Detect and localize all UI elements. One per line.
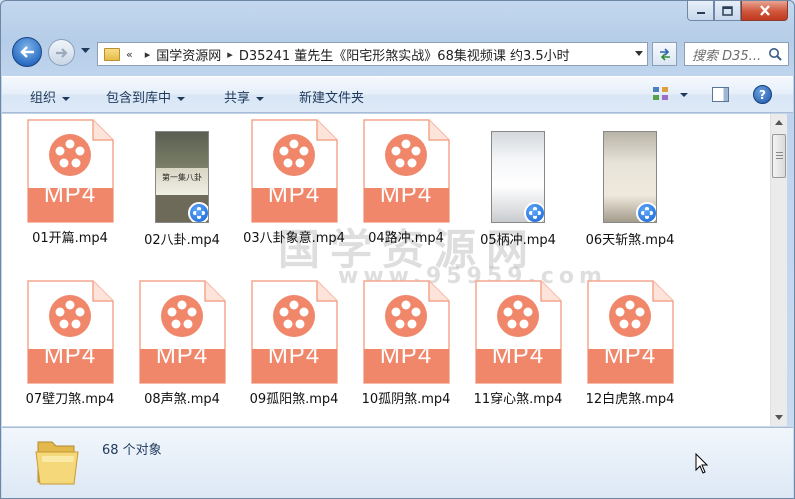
item-count: 68 个对象 <box>102 443 162 458</box>
chevron-right-icon[interactable]: ▸ <box>145 48 151 61</box>
forward-arrow-icon <box>55 47 68 58</box>
breadcrumb-segment[interactable]: 国学资源网 <box>156 45 221 64</box>
media-player-badge-icon <box>636 202 656 222</box>
breadcrumb-segment[interactable]: D35241 董先生《阳宅形煞实战》68集视频课 约3.5小时 <box>239 45 570 64</box>
chevron-right-icon[interactable]: ▸ <box>227 48 233 61</box>
mp4-icon-label: MP4 <box>379 342 433 369</box>
chevron-down-icon <box>775 415 783 420</box>
file-item[interactable]: MP4 09孤阳煞.mp4 <box>242 280 346 407</box>
search-icon[interactable] <box>768 47 782 61</box>
file-item[interactable]: MP4 04路冲.mp4 <box>354 119 458 246</box>
refresh-icon <box>659 48 670 61</box>
mp4-icon-label: MP4 <box>155 342 209 369</box>
mp4-icon: MP4 <box>361 280 451 384</box>
mp4-icon-label: MP4 <box>491 342 545 369</box>
file-item[interactable]: MP4 03八卦象意.mp4 <box>242 119 346 246</box>
close-icon <box>759 5 770 16</box>
caption-buttons <box>687 1 788 21</box>
thumbnail-caption: 第一集八卦 <box>162 173 202 182</box>
address-bar[interactable]: « ▸ 国学资源网 ▸ D35241 董先生《阳宅形煞实战》68集视频课 约3.… <box>97 42 648 66</box>
back-arrow-icon <box>20 46 34 58</box>
folder-icon <box>35 441 79 485</box>
scroll-down-button[interactable] <box>771 409 787 426</box>
file-name: 12白虎煞.mp4 <box>585 392 675 407</box>
share-label: 共享 <box>224 91 251 106</box>
media-player-badge-icon <box>524 202 544 222</box>
command-bar: 组织 包含到库中 共享 新建文件夹 ? <box>2 76 793 113</box>
file-name: 02八卦.mp4 <box>144 233 220 248</box>
file-name: 05柄冲.mp4 <box>480 233 556 248</box>
video-thumbnail <box>491 131 545 223</box>
back-button[interactable] <box>12 37 42 67</box>
search-placeholder: 搜索 D35... <box>692 48 762 64</box>
file-item[interactable]: MP4 10孤阴煞.mp4 <box>354 280 458 407</box>
organize-label: 组织 <box>30 91 57 106</box>
scroll-up-button[interactable] <box>771 114 787 131</box>
file-name: 07壁刀煞.mp4 <box>25 392 115 407</box>
chevron-up-icon <box>775 120 783 125</box>
include-library-label: 包含到库中 <box>106 91 172 106</box>
file-name: 10孤阴煞.mp4 <box>361 392 451 407</box>
organize-menu[interactable]: 组织 <box>30 87 71 106</box>
file-item[interactable]: 第一集八卦 02八卦.mp4 <box>130 119 234 248</box>
vertical-scrollbar[interactable] <box>770 114 787 426</box>
maximize-icon <box>722 5 733 16</box>
file-name: 01开篇.mp4 <box>32 231 108 246</box>
include-library-menu[interactable]: 包含到库中 <box>106 87 186 106</box>
file-item[interactable]: 05柄冲.mp4 <box>466 119 570 248</box>
maximize-button[interactable] <box>714 1 741 21</box>
file-item[interactable]: MP4 01开篇.mp4 <box>18 119 122 246</box>
new-folder-button[interactable]: 新建文件夹 <box>299 87 364 106</box>
breadcrumb-overflow[interactable]: « <box>126 48 133 61</box>
file-name: 08声煞.mp4 <box>144 392 220 407</box>
mp4-icon-label: MP4 <box>267 342 321 369</box>
file-item[interactable]: MP4 11穿心煞.mp4 <box>466 280 570 407</box>
explorer-window: « ▸ 国学资源网 ▸ D35241 董先生《阳宅形煞实战》68集视频课 约3.… <box>0 0 795 499</box>
mp4-icon-label: MP4 <box>379 181 433 208</box>
folder-icon <box>104 47 120 61</box>
mp4-icon: MP4 <box>585 280 675 384</box>
file-name: 09孤阳煞.mp4 <box>249 392 339 407</box>
minimize-icon <box>696 11 705 14</box>
help-icon[interactable]: ? <box>753 85 772 104</box>
file-name: 04路冲.mp4 <box>368 231 444 246</box>
mp4-icon: MP4 <box>25 280 115 384</box>
mp4-icon-label: MP4 <box>267 181 321 208</box>
file-item[interactable]: 06天斩煞.mp4 <box>578 119 682 248</box>
video-thumbnail <box>603 131 657 223</box>
file-name: 11穿心煞.mp4 <box>473 392 563 407</box>
file-item[interactable]: MP4 12白虎煞.mp4 <box>578 280 682 407</box>
file-name: 06天斩煞.mp4 <box>585 233 675 248</box>
refresh-button[interactable] <box>652 42 677 66</box>
minimize-button[interactable] <box>687 1 714 21</box>
file-name: 03八卦象意.mp4 <box>243 231 345 246</box>
mp4-icon: MP4 <box>137 280 227 384</box>
mp4-icon: MP4 <box>249 119 339 223</box>
mp4-icon: MP4 <box>249 280 339 384</box>
mp4-icon-label: MP4 <box>603 342 657 369</box>
details-pane: 68 个对象 <box>2 427 793 498</box>
scroll-thumb[interactable] <box>772 134 786 178</box>
change-view-icon[interactable] <box>653 86 669 102</box>
address-dropdown[interactable] <box>635 51 643 56</box>
share-menu[interactable]: 共享 <box>224 87 265 106</box>
file-item[interactable]: MP4 07壁刀煞.mp4 <box>18 280 122 407</box>
recent-pages-dropdown[interactable] <box>81 48 90 54</box>
file-list: 国学资源网 www.95959.com MP4 01开篇.mp4 第一集八卦 02八卦… <box>2 114 770 426</box>
mp4-icon-label: MP4 <box>43 342 97 369</box>
close-button[interactable] <box>741 1 788 21</box>
search-input[interactable]: 搜索 D35... <box>684 42 789 66</box>
mp4-icon: MP4 <box>25 119 115 223</box>
view-options-dropdown[interactable] <box>680 93 688 97</box>
mp4-icon: MP4 <box>473 280 563 384</box>
forward-button[interactable] <box>48 39 75 66</box>
mp4-icon-label: MP4 <box>43 181 97 208</box>
preview-pane-icon[interactable] <box>712 87 729 102</box>
mouse-cursor-icon <box>695 453 709 474</box>
mp4-icon: MP4 <box>361 119 451 223</box>
video-thumbnail: 第一集八卦 <box>155 131 209 223</box>
media-player-badge-icon <box>188 202 208 222</box>
file-item[interactable]: MP4 08声煞.mp4 <box>130 280 234 407</box>
